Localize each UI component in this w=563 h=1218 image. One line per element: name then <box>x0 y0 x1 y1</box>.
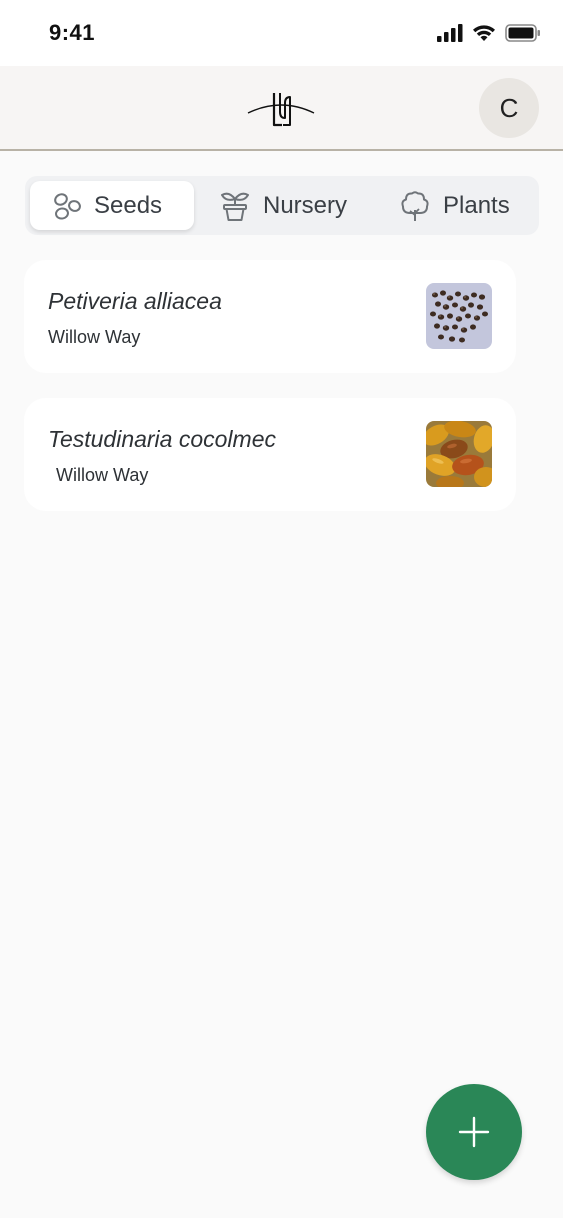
seeds-icon <box>54 192 81 220</box>
tab-seeds-label: Seeds <box>94 191 163 219</box>
app-screen: 9:41 C Seeds Nursery Plants Petiveria al… <box>0 0 563 1218</box>
app-logo-icon <box>247 93 315 127</box>
plus-icon <box>458 1116 490 1148</box>
item-location: Willow Way <box>48 327 141 347</box>
status-icons <box>437 24 541 42</box>
status-bar: 9:41 <box>0 0 563 66</box>
item-name: Testudinaria cocolmec <box>48 426 276 452</box>
seed-photo-petiveria <box>426 283 492 349</box>
tab-plants-label: Plants <box>443 191 510 219</box>
cellular-signal-icon <box>437 24 463 42</box>
list-item[interactable]: Petiveria alliacea Willow Way <box>24 260 516 373</box>
potted-seedling-icon <box>221 192 249 221</box>
item-name: Petiveria alliacea <box>48 288 222 314</box>
battery-icon <box>505 24 540 42</box>
add-button[interactable] <box>426 1084 522 1180</box>
wifi-icon <box>473 25 495 41</box>
category-tabs: Seeds Nursery Plants <box>25 176 539 235</box>
tab-seeds[interactable]: Seeds <box>30 181 194 230</box>
tab-nursery-label: Nursery <box>263 191 348 219</box>
item-location: Willow Way <box>56 465 149 485</box>
tree-icon <box>401 190 429 221</box>
list-item[interactable]: Testudinaria cocolmec Willow Way <box>24 398 516 511</box>
status-time: 9:41 <box>49 20 96 45</box>
seed-photo-testudinaria <box>426 421 492 487</box>
tab-nursery[interactable]: Nursery <box>205 181 375 230</box>
avatar-initial: C <box>499 92 519 123</box>
tab-plants[interactable]: Plants <box>385 181 535 230</box>
user-avatar[interactable]: C <box>479 78 539 138</box>
app-header: C <box>0 66 563 151</box>
